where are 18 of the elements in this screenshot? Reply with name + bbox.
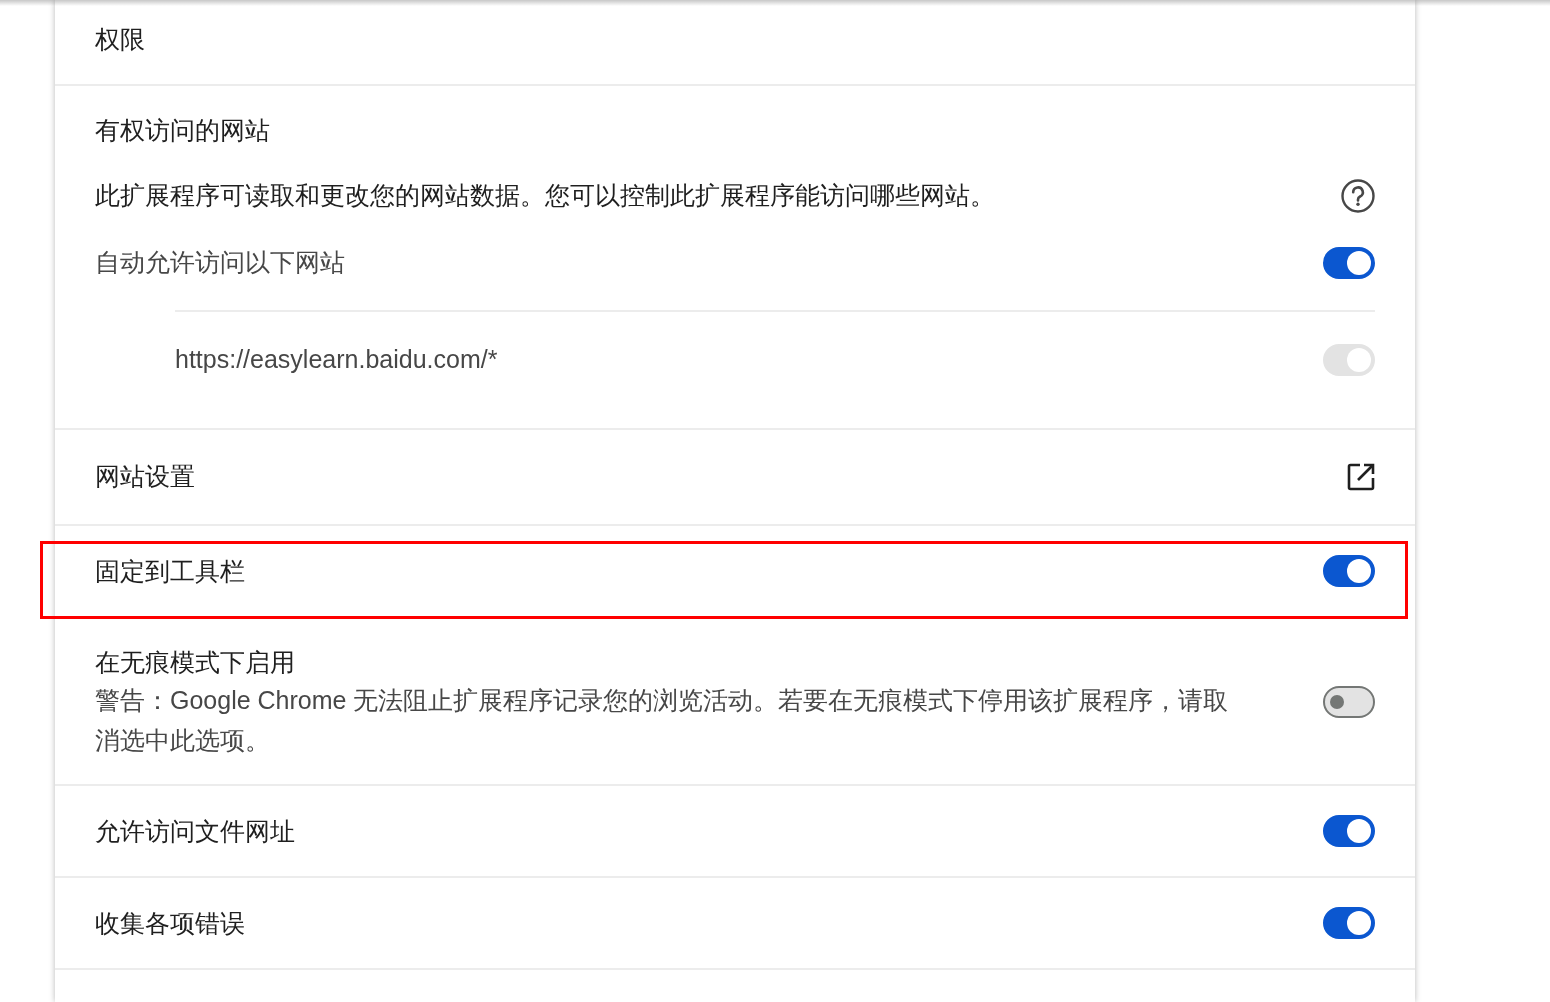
toggle-switch[interactable] bbox=[1323, 686, 1375, 718]
toggle-switch[interactable] bbox=[1323, 555, 1375, 587]
warning-text: 警告：Google Chrome 无法阻止扩展程序记录您的浏览活动。若要在无痕模式下停用该扩展程序，请取消选中此选项。 bbox=[95, 685, 1230, 756]
setting-label: 收集各项错误 bbox=[95, 908, 245, 939]
setting-label: 在无痕模式下启用 bbox=[95, 647, 296, 678]
toggle-switch[interactable] bbox=[1323, 247, 1375, 279]
toggle-switch[interactable] bbox=[1323, 815, 1375, 847]
setting-label: 网站设置 bbox=[95, 461, 195, 493]
setting-label: 自动允许访问以下网站 bbox=[95, 247, 345, 279]
url-text: https://easylearn.baidu.com/* bbox=[175, 344, 498, 376]
external-link-icon[interactable] bbox=[1347, 463, 1375, 491]
setting-label: 允许访问文件网址 bbox=[95, 816, 295, 847]
setting-label: 固定到工具栏 bbox=[95, 556, 245, 587]
section-title: 权限 bbox=[95, 24, 145, 56]
help-icon[interactable] bbox=[1341, 179, 1375, 213]
toggle-switch[interactable] bbox=[1323, 907, 1375, 939]
description-text: 此扩展程序可读取和更改您的网站数据。您可以控制此扩展程序能访问哪些网站。 bbox=[95, 180, 995, 212]
section-heading: 有权访问的网站 bbox=[95, 115, 270, 147]
